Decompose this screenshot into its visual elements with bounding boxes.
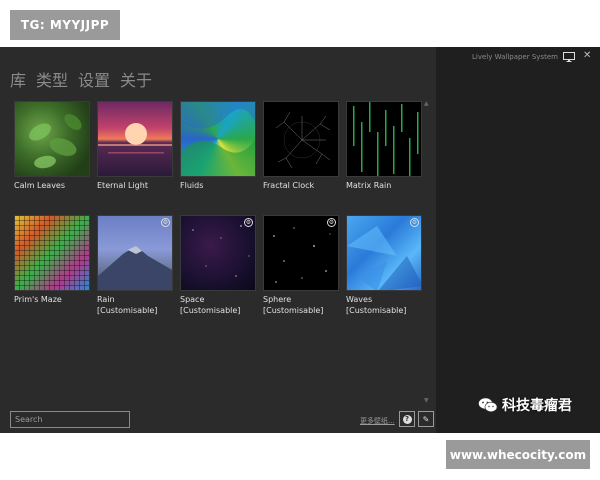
wallpaper-label: Calm Leaves: [14, 181, 66, 190]
wallpaper-thumbnail: ⚙: [180, 215, 256, 291]
tg-watermark: TG: MYYJJPP: [10, 10, 120, 40]
edit-button[interactable]: ✎: [418, 411, 434, 427]
close-icon[interactable]: ✕: [583, 50, 591, 61]
wallpaper-tile-prims-maze[interactable]: Prim's Maze: [14, 215, 90, 316]
wallpaper-thumbnail: [263, 101, 339, 177]
wallpaper-thumbnail: [346, 101, 422, 177]
wallpaper-thumbnail: [97, 101, 173, 177]
search-input[interactable]: [10, 411, 130, 428]
customise-icon[interactable]: ⚙: [244, 218, 253, 227]
wallpaper-label: Sphere [Customisable]: [263, 295, 324, 315]
library-pane: 库 类型 设置 关于 ▲ Calm Leaves Eternal Light F…: [0, 47, 436, 433]
fluids-art: [181, 102, 255, 176]
scroll-down-arrow[interactable]: ▼: [424, 397, 429, 404]
wallpaper-thumbnail: ⚙: [263, 215, 339, 291]
wallpaper-label: Eternal Light: [97, 181, 148, 190]
polygon-art: [347, 226, 421, 290]
wallpaper-tile-space[interactable]: ⚙ Space [Customisable]: [180, 215, 256, 316]
wallpaper-label: Fractal Clock: [263, 181, 315, 190]
wallpaper-thumbnail: [180, 101, 256, 177]
wechat-watermark: 科技毒瘤君: [478, 395, 572, 415]
help-button[interactable]: ?: [399, 411, 415, 427]
wallpaper-tile-waves[interactable]: ⚙ Waves [Customisable]: [346, 215, 422, 316]
wallpaper-thumbnail: ⚙: [97, 215, 173, 291]
preview-pane: Lively Wallpaper System ✕: [436, 47, 600, 433]
customise-icon[interactable]: ⚙: [410, 218, 419, 227]
scroll-up-arrow[interactable]: ▲: [424, 100, 429, 107]
wallpaper-label: Prim's Maze: [14, 295, 62, 304]
nav-about[interactable]: 关于: [120, 67, 152, 91]
wallpaper-label: Rain [Customisable]: [97, 295, 158, 315]
wallpaper-tile-fractal-clock[interactable]: Fractal Clock: [263, 101, 339, 191]
fractal-art: [275, 111, 331, 169]
monitor-icon[interactable]: [563, 52, 575, 62]
wallpaper-tile-calm-leaves[interactable]: Calm Leaves: [14, 101, 90, 191]
wallpaper-tile-fluids[interactable]: Fluids: [180, 101, 256, 191]
nav-settings[interactable]: 设置: [78, 67, 110, 91]
app-title: Lively Wallpaper System: [472, 53, 558, 61]
wallpaper-tile-matrix-rain[interactable]: Matrix Rain: [346, 101, 422, 191]
leaves-art: [29, 114, 82, 169]
wallpaper-tile-rain[interactable]: ⚙ Rain [Customisable]: [97, 215, 173, 316]
stars-art: [192, 225, 250, 277]
wallpaper-thumbnail: ⚙: [346, 215, 422, 291]
wallpaper-label: Space [Customisable]: [180, 295, 241, 315]
wechat-icon: [478, 397, 498, 413]
app-window: 库 类型 设置 关于 ▲ Calm Leaves Eternal Light F…: [0, 47, 600, 433]
mountain-art: [98, 246, 172, 290]
edit-icon: ✎: [422, 414, 430, 424]
wallpaper-tile-eternal-light[interactable]: Eternal Light: [97, 101, 173, 191]
customise-icon[interactable]: ⚙: [327, 218, 336, 227]
more-wallpapers-link[interactable]: 更多壁纸...: [360, 416, 395, 426]
site-watermark: www.whecocity.com: [446, 440, 590, 469]
nav-types[interactable]: 类型: [36, 67, 68, 91]
wallpaper-label: Waves [Customisable]: [346, 295, 407, 315]
wallpaper-grid: Calm Leaves Eternal Light Fluids Fractal…: [14, 101, 422, 316]
wallpaper-tile-sphere[interactable]: ⚙ Sphere [Customisable]: [263, 215, 339, 316]
help-icon: ?: [402, 414, 412, 424]
nav-library[interactable]: 库: [10, 67, 26, 91]
wallpaper-thumbnail: [14, 215, 90, 291]
wallpaper-thumbnail: [14, 101, 90, 177]
matrix-art: [353, 102, 419, 176]
wallpaper-label: Matrix Rain: [346, 181, 392, 190]
sunset-art: [98, 123, 172, 154]
main-nav: 库 类型 设置 关于: [10, 67, 152, 91]
wallpaper-label: Fluids: [180, 181, 204, 190]
customise-icon[interactable]: ⚙: [161, 218, 170, 227]
wechat-account-name: 科技毒瘤君: [502, 398, 572, 414]
dots-art: [273, 227, 331, 283]
